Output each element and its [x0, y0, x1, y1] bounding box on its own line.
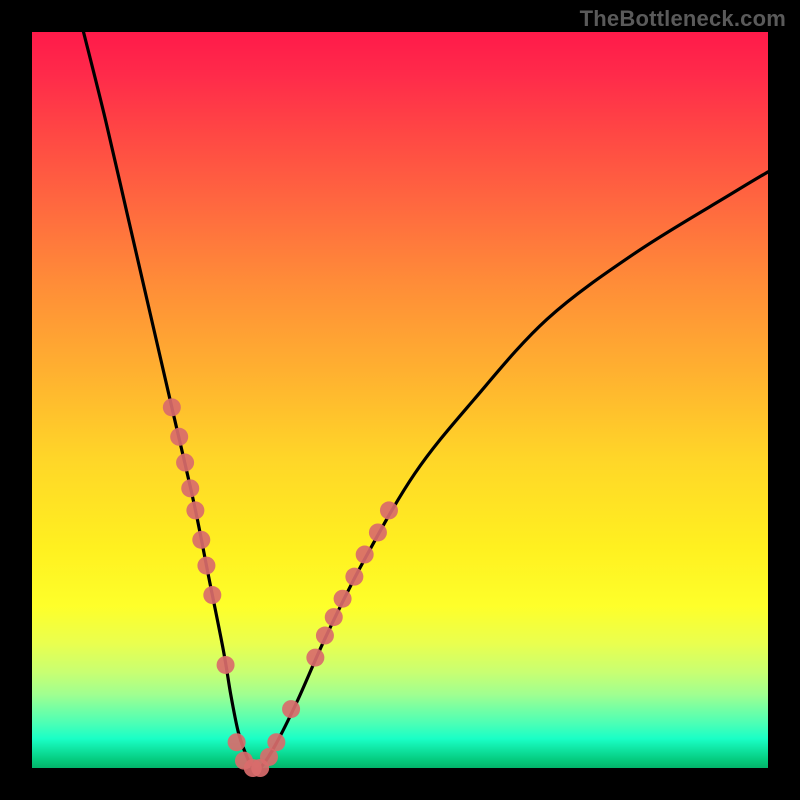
- highlight-dot: [181, 479, 199, 497]
- highlight-dot: [345, 568, 363, 586]
- highlight-dot: [186, 501, 204, 519]
- highlight-dot: [369, 523, 387, 541]
- highlight-dot: [380, 501, 398, 519]
- plot-area: [32, 32, 768, 768]
- highlight-dot: [325, 608, 343, 626]
- highlight-dot: [197, 557, 215, 575]
- highlight-dot: [203, 586, 221, 604]
- highlight-dot: [163, 398, 181, 416]
- highlight-dots: [163, 398, 398, 777]
- highlight-dot: [170, 428, 188, 446]
- highlight-dot: [334, 590, 352, 608]
- highlight-dot: [282, 700, 300, 718]
- highlight-dot: [217, 656, 235, 674]
- highlight-dot: [267, 733, 285, 751]
- highlight-dot: [306, 649, 324, 667]
- highlight-dot: [176, 454, 194, 472]
- highlight-dot: [316, 627, 334, 645]
- highlight-dot: [356, 546, 374, 564]
- bottleneck-curve: [84, 32, 768, 770]
- highlight-dot: [228, 733, 246, 751]
- watermark-text: TheBottleneck.com: [580, 6, 786, 32]
- chart-stage: TheBottleneck.com: [0, 0, 800, 800]
- curve-layer: [32, 32, 768, 768]
- highlight-dot: [192, 531, 210, 549]
